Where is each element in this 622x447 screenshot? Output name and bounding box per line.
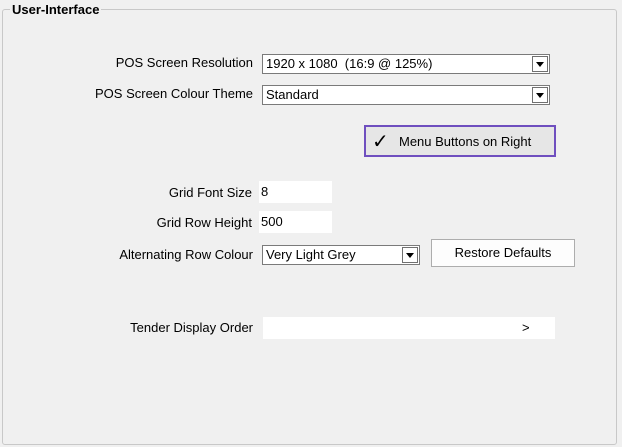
checkmark-icon: ✓ [372,129,389,153]
grid-font-size-value: 8 [261,184,269,199]
pos-resolution-select[interactable]: 1920 x 1080 (16:9 @ 125%) [262,54,550,74]
tender-display-order-label: Tender Display Order [130,320,253,335]
menu-buttons-right-checkbox[interactable]: ✓ Menu Buttons on Right [364,125,556,157]
alt-row-colour-value: Very Light Grey [266,247,356,262]
alt-row-colour-select[interactable]: Very Light Grey [262,245,420,265]
pos-resolution-value: 1920 x 1080 (16:9 @ 125%) [266,56,433,71]
chevron-down-icon[interactable] [532,87,548,103]
tender-display-order-field[interactable]: > [263,317,555,339]
chevron-right-icon[interactable]: > [522,319,530,337]
grid-font-size-label: Grid Font Size [168,185,252,200]
grid-font-size-input[interactable]: 8 [259,181,332,203]
restore-defaults-button[interactable]: Restore Defaults [431,239,575,267]
grid-row-height-input[interactable]: 500 [259,211,332,233]
chevron-down-icon[interactable] [402,247,418,263]
colour-theme-select[interactable]: Standard [262,85,550,105]
menu-buttons-right-label: Menu Buttons on Right [399,134,532,149]
alt-row-colour-label: Alternating Row Colour [119,247,253,262]
colour-theme-label: POS Screen Colour Theme [95,86,253,101]
pos-resolution-label: POS Screen Resolution [115,55,253,70]
grid-row-height-value: 500 [261,214,283,229]
chevron-down-icon[interactable] [532,56,548,72]
grid-row-height-label: Grid Row Height [156,215,252,230]
colour-theme-value: Standard [266,87,319,102]
group-title: User-Interface [10,2,102,18]
